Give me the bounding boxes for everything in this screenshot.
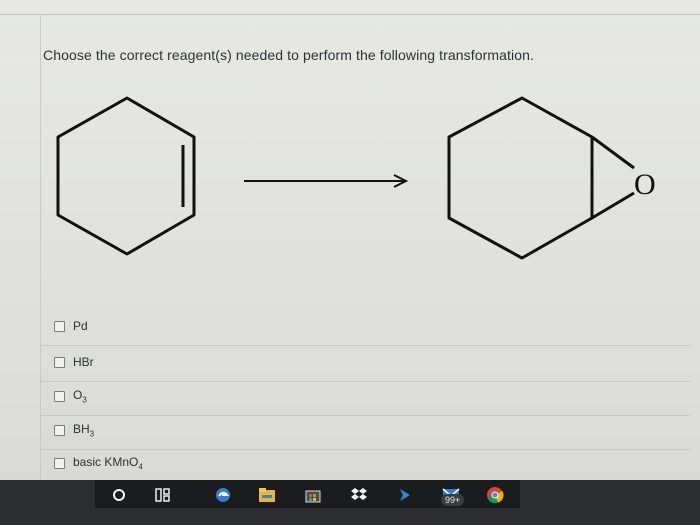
option-bh3[interactable]: BH3 [40,419,690,450]
store-icon[interactable] [304,486,322,504]
quiz-page: Choose the correct reagent(s) needed to … [0,0,700,480]
option-label: BH3 [73,421,95,439]
option-label: HBr [73,355,94,369]
reaction-scheme: O [56,96,656,260]
edge-icon[interactable] [214,486,232,504]
option-basic-kmno4[interactable]: basic KMnO4 [50,452,690,474]
option-label: Pd [73,319,88,333]
file-explorer-icon[interactable] [258,486,276,504]
option-label: O3 [73,387,87,405]
checkbox[interactable] [54,457,65,469]
chrome-icon[interactable] [486,486,504,504]
option-label: basic KMnO4 [73,454,143,472]
divider [40,345,690,346]
sway-icon[interactable] [396,486,414,504]
option-o3[interactable]: O3 [40,385,690,416]
checkbox[interactable] [54,320,65,332]
divider [40,415,690,416]
checkbox[interactable] [54,390,65,402]
dropbox-icon[interactable] [350,486,368,504]
oxygen-label: O [634,168,656,201]
cyclohexene-structure [56,96,196,256]
checkbox[interactable] [54,356,65,368]
reaction-arrow [244,174,409,188]
checkbox[interactable] [54,424,65,436]
divider [40,449,690,450]
option-pd[interactable]: Pd [40,315,690,346]
task-view-icon[interactable] [154,486,172,504]
option-hbr[interactable]: HBr [40,351,690,382]
divider [40,381,690,382]
epoxide-structure [447,96,635,260]
cortana-icon[interactable] [110,486,128,504]
notification-badge: 99+ [441,494,465,506]
